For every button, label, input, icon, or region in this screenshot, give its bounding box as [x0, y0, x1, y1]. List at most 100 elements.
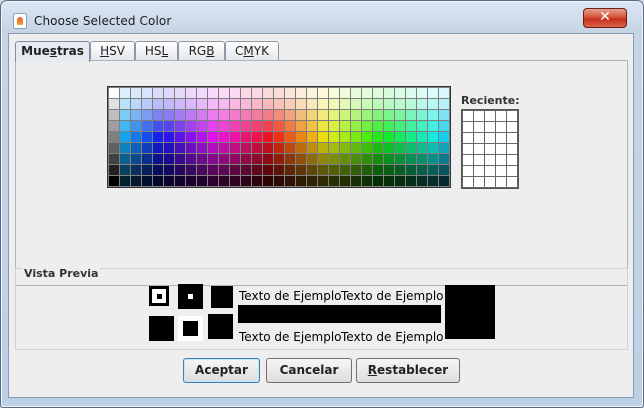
color-swatch[interactable]	[428, 143, 438, 153]
color-swatch[interactable]	[274, 165, 284, 175]
color-swatch[interactable]	[186, 99, 196, 109]
recent-swatch[interactable]	[485, 155, 495, 165]
color-swatch[interactable]	[230, 165, 240, 175]
color-swatch[interactable]	[439, 176, 449, 186]
color-swatch[interactable]	[395, 154, 405, 164]
color-swatch[interactable]	[241, 88, 251, 98]
color-swatch[interactable]	[406, 154, 416, 164]
color-swatch[interactable]	[153, 154, 163, 164]
color-swatch[interactable]	[395, 88, 405, 98]
color-swatch[interactable]	[186, 143, 196, 153]
recent-swatch[interactable]	[474, 111, 484, 121]
color-swatch[interactable]	[285, 176, 295, 186]
color-swatch[interactable]	[307, 176, 317, 186]
color-swatch[interactable]	[307, 132, 317, 142]
color-swatch[interactable]	[252, 121, 262, 131]
color-swatch[interactable]	[131, 176, 141, 186]
recent-swatch[interactable]	[507, 166, 517, 176]
color-swatch[interactable]	[175, 165, 185, 175]
color-swatch[interactable]	[230, 121, 240, 131]
color-swatch[interactable]	[318, 143, 328, 153]
color-swatch[interactable]	[131, 88, 141, 98]
color-swatch[interactable]	[219, 154, 229, 164]
color-swatch[interactable]	[417, 154, 427, 164]
color-swatch[interactable]	[197, 132, 207, 142]
recent-swatch[interactable]	[463, 155, 473, 165]
color-swatch[interactable]	[428, 165, 438, 175]
color-swatch[interactable]	[186, 88, 196, 98]
color-swatch[interactable]	[329, 154, 339, 164]
color-swatch[interactable]	[263, 110, 273, 120]
color-swatch[interactable]	[230, 132, 240, 142]
color-swatch[interactable]	[351, 99, 361, 109]
color-swatch[interactable]	[428, 110, 438, 120]
color-swatch[interactable]	[131, 99, 141, 109]
color-swatch[interactable]	[395, 165, 405, 175]
color-swatch[interactable]	[263, 143, 273, 153]
color-swatch[interactable]	[230, 154, 240, 164]
color-swatch[interactable]	[307, 143, 317, 153]
color-swatch[interactable]	[329, 132, 339, 142]
color-swatch[interactable]	[186, 121, 196, 131]
color-swatch[interactable]	[131, 165, 141, 175]
color-swatch[interactable]	[109, 88, 119, 98]
color-swatch[interactable]	[340, 99, 350, 109]
color-swatch[interactable]	[351, 165, 361, 175]
color-swatch[interactable]	[307, 99, 317, 109]
color-swatch[interactable]	[406, 176, 416, 186]
recent-swatch[interactable]	[474, 144, 484, 154]
color-swatch[interactable]	[175, 99, 185, 109]
color-swatch[interactable]	[274, 99, 284, 109]
color-swatch[interactable]	[263, 99, 273, 109]
color-swatch[interactable]	[186, 165, 196, 175]
color-swatch[interactable]	[285, 132, 295, 142]
color-swatch[interactable]	[142, 99, 152, 109]
title-bar[interactable]: Choose Selected Color ✕	[1, 1, 643, 33]
recent-swatch[interactable]	[507, 144, 517, 154]
color-swatch[interactable]	[263, 154, 273, 164]
color-swatch[interactable]	[439, 121, 449, 131]
color-swatch[interactable]	[219, 132, 229, 142]
recent-swatch[interactable]	[485, 122, 495, 132]
color-swatch[interactable]	[285, 121, 295, 131]
recent-swatch-grid[interactable]	[461, 109, 519, 189]
color-swatch[interactable]	[175, 143, 185, 153]
color-swatch[interactable]	[285, 88, 295, 98]
color-swatch[interactable]	[197, 176, 207, 186]
color-swatch[interactable]	[384, 110, 394, 120]
color-swatch[interactable]	[362, 132, 372, 142]
color-swatch[interactable]	[417, 88, 427, 98]
color-swatch[interactable]	[406, 110, 416, 120]
recent-swatch[interactable]	[474, 133, 484, 143]
color-swatch[interactable]	[340, 143, 350, 153]
color-swatch[interactable]	[373, 121, 383, 131]
color-swatch[interactable]	[164, 110, 174, 120]
color-swatch[interactable]	[120, 143, 130, 153]
color-swatch[interactable]	[384, 99, 394, 109]
color-swatch[interactable]	[109, 176, 119, 186]
color-swatch[interactable]	[164, 121, 174, 131]
tab-cmyk[interactable]: CMYK	[225, 41, 279, 61]
color-swatch[interactable]	[142, 88, 152, 98]
color-swatch[interactable]	[131, 121, 141, 131]
color-swatch[interactable]	[252, 143, 262, 153]
color-swatch[interactable]	[252, 176, 262, 186]
color-swatch[interactable]	[384, 121, 394, 131]
color-swatch[interactable]	[263, 176, 273, 186]
color-swatch[interactable]	[109, 154, 119, 164]
recent-swatch[interactable]	[496, 144, 506, 154]
color-swatch[interactable]	[120, 165, 130, 175]
color-swatch[interactable]	[296, 99, 306, 109]
color-swatch[interactable]	[241, 165, 251, 175]
color-swatch[interactable]	[197, 165, 207, 175]
color-swatch[interactable]	[263, 132, 273, 142]
color-swatch[interactable]	[131, 143, 141, 153]
color-swatch[interactable]	[263, 121, 273, 131]
color-swatch[interactable]	[428, 121, 438, 131]
recent-swatch[interactable]	[496, 155, 506, 165]
color-swatch[interactable]	[351, 154, 361, 164]
color-swatch[interactable]	[175, 176, 185, 186]
color-swatch[interactable]	[208, 176, 218, 186]
color-swatch[interactable]	[219, 176, 229, 186]
color-swatch[interactable]	[274, 110, 284, 120]
